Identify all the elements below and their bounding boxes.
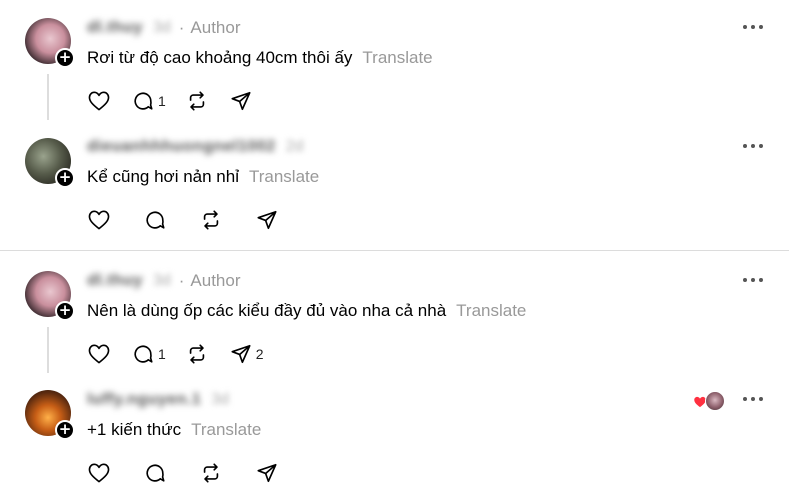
repost-button[interactable]: [186, 90, 208, 112]
translate-link[interactable]: Translate: [191, 420, 261, 439]
thread-connector-line: [47, 74, 49, 120]
comment-icon: [146, 211, 165, 229]
post-text: Kể cũng hơi nản nhỉ Translate: [87, 167, 319, 187]
username[interactable]: dieuanhhhuongnel1002: [87, 138, 276, 156]
translate-link[interactable]: Translate: [249, 167, 319, 186]
share-button[interactable]: [256, 209, 278, 231]
repost-button[interactable]: [200, 209, 222, 231]
reply-button[interactable]: [144, 462, 166, 484]
post-text: +1 kiến thức Translate: [87, 420, 261, 440]
author-label: Author: [190, 271, 241, 290]
username[interactable]: dl.thuy: [87, 19, 143, 37]
avatar[interactable]: +: [25, 271, 75, 321]
more-icon[interactable]: [743, 22, 763, 32]
avatar[interactable]: +: [25, 138, 75, 188]
timestamp: 3d: [211, 391, 230, 408]
comment-icon: [134, 345, 153, 363]
author-label: Author: [190, 18, 241, 37]
post-header: dl.thuy 3d · Author: [87, 271, 241, 291]
post-body: +1 kiến thức: [87, 420, 182, 439]
post-body: Nên là dùng ốp các kiểu đầy đủ vào nha c…: [87, 301, 447, 320]
post-header: dieuanhhhuongnel1002 2d: [87, 137, 303, 157]
username[interactable]: luffy.nguyen.1: [87, 391, 201, 409]
like-button[interactable]: [88, 210, 110, 230]
plus-icon[interactable]: +: [55, 420, 75, 440]
liked-by-avatar: [705, 391, 725, 411]
more-icon[interactable]: [743, 275, 763, 285]
send-icon: [257, 210, 277, 230]
send-icon: [257, 463, 277, 483]
plus-icon[interactable]: +: [55, 301, 75, 321]
repost-icon: [203, 463, 219, 483]
action-bar: 1: [88, 89, 274, 113]
timestamp: 3d: [152, 272, 171, 289]
plus-icon[interactable]: +: [55, 48, 75, 68]
liked-by-author: [693, 391, 725, 411]
like-button[interactable]: [88, 91, 110, 111]
send-icon: [231, 344, 251, 364]
share-button[interactable]: [256, 462, 278, 484]
plus-icon[interactable]: +: [55, 168, 75, 188]
separator-dot: ·: [178, 271, 185, 290]
repost-icon: [189, 344, 205, 364]
thread-connector-line: [47, 327, 49, 373]
like-button[interactable]: [88, 463, 110, 483]
heart-icon: [88, 344, 110, 364]
repost-icon: [203, 210, 219, 230]
action-bar: 1 2: [88, 342, 286, 366]
heart-icon: [88, 463, 110, 483]
repost-button[interactable]: [200, 462, 222, 484]
avatar[interactable]: +: [25, 390, 75, 440]
action-bar: [88, 461, 300, 485]
action-bar: [88, 208, 300, 232]
reply-count: 1: [158, 346, 166, 362]
heart-icon: [88, 210, 110, 230]
like-button[interactable]: [88, 344, 110, 364]
more-icon[interactable]: [743, 141, 763, 151]
translate-link[interactable]: Translate: [362, 48, 432, 67]
more-icon[interactable]: [743, 394, 763, 404]
reply-button[interactable]: [144, 209, 166, 231]
comment-icon: [134, 92, 153, 110]
reply-button[interactable]: 1: [132, 343, 166, 365]
timestamp: 2d: [285, 138, 304, 155]
heart-icon: [88, 91, 110, 111]
repost-button[interactable]: [186, 343, 208, 365]
separator-dot: ·: [178, 18, 185, 37]
post-text: Rơi từ độ cao khoảng 40cm thôi ấy Transla…: [87, 48, 433, 68]
send-icon: [231, 91, 251, 111]
repost-icon: [189, 91, 205, 111]
post-body: Rơi từ độ cao khoảng 40cm thôi ấy: [87, 48, 353, 67]
comment-icon: [146, 464, 165, 482]
username[interactable]: dl.thuy: [87, 272, 143, 290]
translate-link[interactable]: Translate: [456, 301, 526, 320]
thread-divider: [0, 250, 789, 251]
avatar[interactable]: +: [25, 18, 75, 68]
post-text: Nên là dùng ốp các kiểu đầy đủ vào nha c…: [87, 301, 526, 321]
share-button[interactable]: [230, 90, 252, 112]
post-header: luffy.nguyen.1 3d: [87, 390, 229, 410]
timestamp: 3d: [152, 19, 171, 36]
post-body: Kể cũng hơi nản nhỉ: [87, 167, 239, 186]
share-button[interactable]: 2: [230, 343, 264, 365]
reply-button[interactable]: 1: [132, 90, 166, 112]
reply-count: 1: [158, 93, 166, 109]
post-header: dl.thuy 3d · Author: [87, 18, 241, 38]
share-count: 2: [255, 346, 264, 362]
